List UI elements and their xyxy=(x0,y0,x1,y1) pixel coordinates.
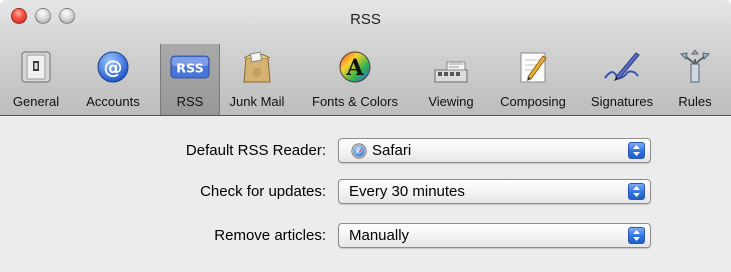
fonts-colors-icon: A xyxy=(335,47,375,87)
rss-settings-pane: Default RSS Reader: Safari Check for upd… xyxy=(0,117,731,272)
toolbar-label: Viewing xyxy=(428,94,474,109)
popup-arrows-icon xyxy=(628,142,645,159)
signatures-icon xyxy=(602,47,642,87)
toolbar-label: General xyxy=(12,94,60,109)
composing-icon xyxy=(513,47,553,87)
toolbar-item-composing[interactable]: Composing xyxy=(487,44,579,115)
toolbar-item-rss[interactable]: RSS RSS xyxy=(160,44,220,115)
rss-badge-text: RSS xyxy=(176,60,204,75)
remove-articles-popup[interactable]: Manually xyxy=(338,223,651,248)
default-reader-value: Safari xyxy=(372,142,412,159)
viewing-icon xyxy=(431,47,471,87)
default-reader-label: Default RSS Reader: xyxy=(185,142,326,159)
toolbar-item-accounts[interactable]: @ Accounts xyxy=(70,44,156,115)
preferences-toolbar: General @ Accounts RSS RSS Junk Mail A F… xyxy=(0,44,731,116)
toolbar-item-junk-mail[interactable]: Junk Mail xyxy=(220,44,294,115)
safari-icon xyxy=(351,143,367,159)
window-title: RSS xyxy=(350,11,381,28)
remove-articles-value: Manually xyxy=(349,227,410,244)
preferences-window: RSS General @ Accounts RSS RSS Junk Mail… xyxy=(0,0,731,272)
toolbar-label: Signatures xyxy=(590,94,654,109)
general-icon xyxy=(16,47,56,87)
fonts-glyph: A xyxy=(345,55,364,81)
check-updates-popup[interactable]: Every 30 minutes xyxy=(338,179,651,204)
titlebar: RSS General @ Accounts RSS RSS Junk Mail… xyxy=(0,0,731,116)
remove-articles-row: Remove articles: Manually xyxy=(0,223,731,249)
toolbar-label: Accounts xyxy=(86,94,140,109)
default-reader-row: Default RSS Reader: Safari xyxy=(0,138,731,164)
default-reader-popup[interactable]: Safari xyxy=(338,138,651,163)
toolbar-item-signatures[interactable]: Signatures xyxy=(580,44,664,115)
toolbar-label: Junk Mail xyxy=(229,94,285,109)
rules-icon xyxy=(675,47,715,87)
check-updates-row: Check for updates: Every 30 minutes xyxy=(0,179,731,205)
popup-arrows-icon xyxy=(628,227,645,244)
junk-mail-icon xyxy=(237,47,277,87)
accounts-glyph: @ xyxy=(104,57,123,79)
toolbar-label: Fonts & Colors xyxy=(312,94,398,109)
accounts-icon: @ xyxy=(93,47,133,87)
toolbar-label: Rules xyxy=(678,94,712,109)
check-updates-value: Every 30 minutes xyxy=(349,183,465,200)
toolbar-item-fonts-colors[interactable]: A Fonts & Colors xyxy=(300,44,410,115)
rss-icon: RSS xyxy=(170,47,210,87)
toolbar-label: Composing xyxy=(500,94,566,109)
toolbar-item-general[interactable]: General xyxy=(2,44,70,115)
check-updates-label: Check for updates: xyxy=(200,183,326,200)
toolbar-item-rules[interactable]: Rules xyxy=(667,44,723,115)
toolbar-item-viewing[interactable]: Viewing xyxy=(417,44,485,115)
popup-arrows-icon xyxy=(628,183,645,200)
toolbar-label: RSS xyxy=(176,94,204,109)
remove-articles-label: Remove articles: xyxy=(214,227,326,244)
